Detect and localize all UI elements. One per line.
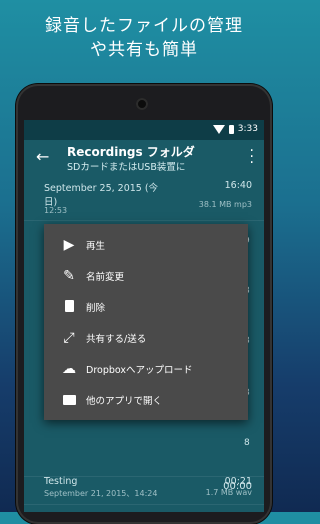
status-time: 3:33 — [237, 124, 258, 134]
cloud-upload-icon: ☁ — [62, 361, 76, 377]
menu-item-delete[interactable]: 削除 — [44, 292, 248, 323]
trash-icon — [60, 298, 78, 316]
context-menu: ▶ 再生 ✎ 名前変更 削除 ⤢ 共有する/送る ☁ Dropboxへアップロー… — [44, 224, 248, 420]
recording-duration: 16:40 — [224, 180, 252, 191]
menu-item-open-with[interactable]: 他のアプリで開く — [44, 385, 248, 416]
menu-item-label: 共有する/送る — [86, 334, 147, 345]
playback-time: 00:00 — [223, 481, 252, 492]
play-icon: ▶ — [63, 237, 75, 253]
back-arrow-icon[interactable]: ← — [36, 147, 49, 166]
menu-item-rename[interactable]: ✎ 名前変更 — [44, 261, 248, 292]
app-bar: ← Recordings フォルダ SDカードまたはUSB装置に · · · — [24, 140, 264, 176]
wifi-icon — [212, 125, 225, 134]
recording-name: September 25, 2015 (今 日) — [44, 183, 159, 208]
menu-item-label: 削除 — [86, 303, 106, 314]
recording-date: 12:53 — [44, 206, 68, 215]
menu-item-dropbox-upload[interactable]: ☁ Dropboxへアップロード — [44, 354, 248, 385]
app-title: Recordings フォルダ — [67, 145, 195, 159]
menu-item-share[interactable]: ⤢ 共有する/送る — [44, 323, 248, 354]
share-icon: ⤢ — [63, 330, 75, 346]
row-peek: 8 — [244, 438, 250, 448]
status-bar: 3:33 — [24, 120, 264, 140]
headline-line-2: や共有も簡単 — [90, 40, 198, 60]
promo-headline: 録音したファイルの管理 や共有も簡単 — [0, 14, 288, 62]
list-item[interactable]: September 25, 2015 (今 日) 12:53 16:40 38.1… — [24, 176, 264, 221]
overflow-menu-icon[interactable]: · · · — [250, 144, 254, 170]
pencil-icon: ✎ — [63, 268, 75, 284]
menu-item-label: 再生 — [86, 241, 106, 252]
menu-item-label: 名前変更 — [86, 272, 125, 283]
phone-speaker — [136, 98, 148, 110]
battery-icon — [228, 124, 234, 134]
headline-line-1: 録音したファイルの管理 — [45, 16, 243, 36]
app-subtitle: SDカードまたはUSB装置に — [67, 162, 186, 173]
playback-bar: 00:00 — [24, 476, 264, 499]
menu-item-label: Dropboxへアップロード — [86, 365, 193, 376]
menu-item-label: 他のアプリで開く — [86, 396, 163, 407]
menu-item-play[interactable]: ▶ 再生 — [44, 230, 248, 261]
folder-icon — [60, 391, 78, 409]
recording-meta: 38.1 MB mp3 — [198, 200, 252, 209]
